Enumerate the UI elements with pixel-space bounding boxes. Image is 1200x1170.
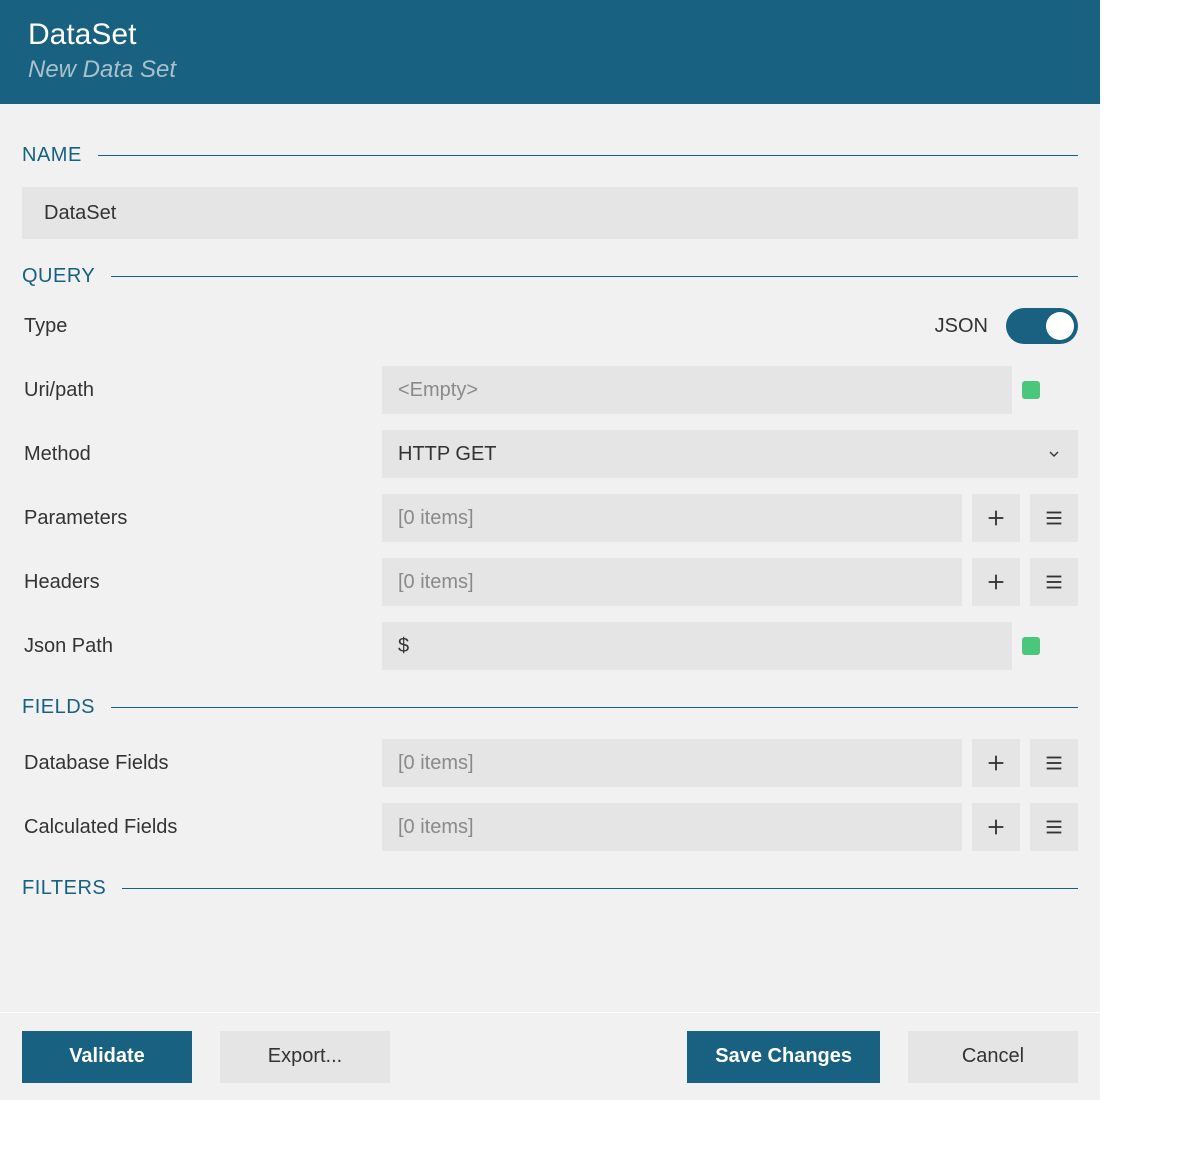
headers-add-button[interactable] bbox=[972, 558, 1020, 606]
method-select[interactable]: HTTP GET bbox=[382, 430, 1078, 478]
row-type: Type JSON bbox=[22, 308, 1078, 344]
section-name-label: NAME bbox=[22, 144, 82, 167]
dbfields-label: Database Fields bbox=[22, 752, 382, 775]
status-indicator-icon bbox=[1022, 381, 1040, 399]
section-fields-head: FIELDS bbox=[22, 696, 1078, 719]
calcfields-menu-button[interactable] bbox=[1030, 803, 1078, 851]
row-jsonpath: Json Path $ bbox=[22, 622, 1078, 670]
calcfields-field[interactable]: [0 items] bbox=[382, 803, 962, 851]
parameters-field[interactable]: [0 items] bbox=[382, 494, 962, 542]
name-input[interactable] bbox=[22, 187, 1078, 239]
calcfields-add-button[interactable] bbox=[972, 803, 1020, 851]
toggle-json-label: JSON bbox=[935, 315, 988, 338]
cancel-button[interactable]: Cancel bbox=[908, 1031, 1078, 1083]
chevron-down-icon bbox=[1046, 446, 1062, 462]
section-fields-label: FIELDS bbox=[22, 696, 95, 719]
dataset-editor: DataSet New Data Set NAME QUERY Type JSO… bbox=[0, 0, 1100, 1100]
footer: Validate Export... Save Changes Cancel bbox=[0, 1012, 1100, 1100]
row-calcfields: Calculated Fields [0 items] bbox=[22, 803, 1078, 851]
section-filters-label: FILTERS bbox=[22, 877, 106, 900]
json-toggle[interactable] bbox=[1006, 308, 1078, 344]
section-filters-head: FILTERS bbox=[22, 877, 1078, 900]
row-uri: Uri/path <Empty> bbox=[22, 366, 1078, 414]
section-query-label: QUERY bbox=[22, 265, 95, 288]
validate-button[interactable]: Validate bbox=[22, 1031, 192, 1083]
status-indicator-icon bbox=[1022, 637, 1040, 655]
headers-field[interactable]: [0 items] bbox=[382, 558, 962, 606]
headers-menu-button[interactable] bbox=[1030, 558, 1078, 606]
form-body: NAME QUERY Type JSON Uri/path <Empty> bbox=[0, 104, 1100, 1012]
toggle-knob bbox=[1046, 312, 1074, 340]
parameters-add-button[interactable] bbox=[972, 494, 1020, 542]
parameters-menu-button[interactable] bbox=[1030, 494, 1078, 542]
type-label: Type bbox=[22, 315, 67, 338]
header: DataSet New Data Set bbox=[0, 0, 1100, 104]
header-subtitle: New Data Set bbox=[28, 56, 1072, 84]
uri-label: Uri/path bbox=[22, 379, 382, 402]
export-button[interactable]: Export... bbox=[220, 1031, 390, 1083]
calcfields-label: Calculated Fields bbox=[22, 816, 382, 839]
divider bbox=[111, 276, 1078, 277]
divider bbox=[111, 707, 1078, 708]
jsonpath-label: Json Path bbox=[22, 635, 382, 658]
method-label: Method bbox=[22, 443, 382, 466]
parameters-label: Parameters bbox=[22, 507, 382, 530]
jsonpath-input[interactable]: $ bbox=[382, 622, 1012, 670]
dbfields-field[interactable]: [0 items] bbox=[382, 739, 962, 787]
headers-label: Headers bbox=[22, 571, 382, 594]
row-parameters: Parameters [0 items] bbox=[22, 494, 1078, 542]
dbfields-add-button[interactable] bbox=[972, 739, 1020, 787]
divider bbox=[122, 888, 1078, 889]
dbfields-menu-button[interactable] bbox=[1030, 739, 1078, 787]
type-toggle-group: JSON bbox=[935, 308, 1078, 344]
section-name-head: NAME bbox=[22, 144, 1078, 167]
uri-input[interactable]: <Empty> bbox=[382, 366, 1012, 414]
divider bbox=[98, 155, 1078, 156]
row-dbfields: Database Fields [0 items] bbox=[22, 739, 1078, 787]
section-query-head: QUERY bbox=[22, 265, 1078, 288]
save-button[interactable]: Save Changes bbox=[687, 1031, 880, 1083]
row-method: Method HTTP GET bbox=[22, 430, 1078, 478]
row-headers: Headers [0 items] bbox=[22, 558, 1078, 606]
method-value: HTTP GET bbox=[398, 443, 497, 466]
header-title: DataSet bbox=[28, 18, 1072, 52]
